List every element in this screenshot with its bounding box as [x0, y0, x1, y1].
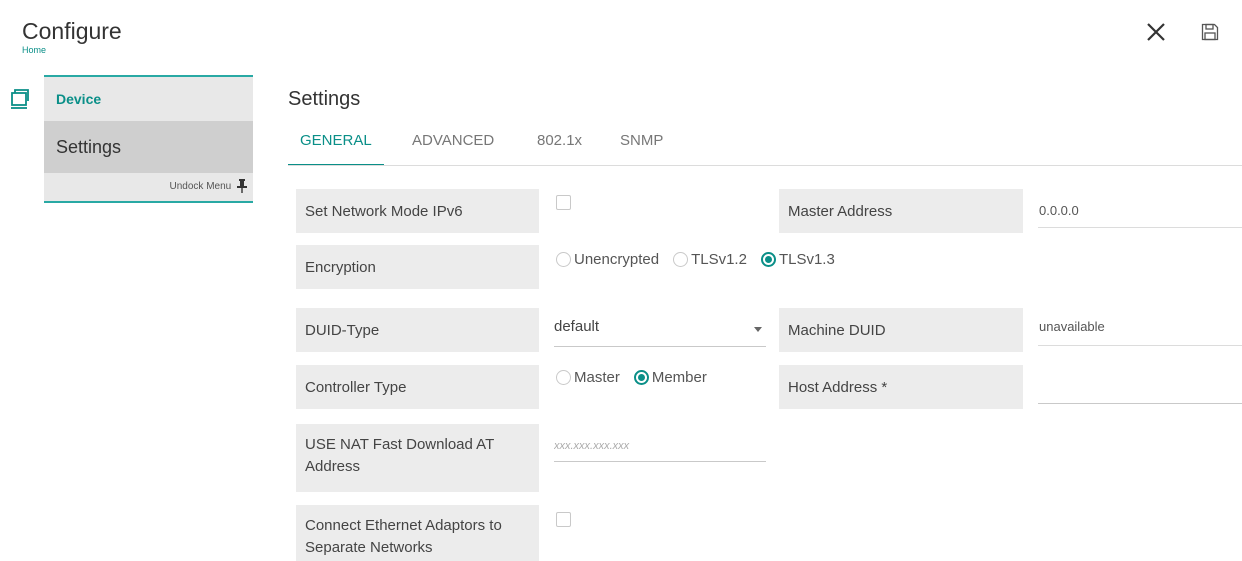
- device-icon: [11, 89, 29, 109]
- undock-menu-label: Undock Menu: [169, 181, 232, 192]
- save-icon: [1201, 23, 1219, 41]
- radio-member-dot: [633, 370, 649, 385]
- radio-member[interactable]: Member: [633, 369, 707, 386]
- ethernet-label: Connect Ethernet Adaptors to Separate Ne…: [296, 505, 539, 561]
- sidebar-item-device[interactable]: Device: [44, 77, 253, 121]
- encryption-radio-group: Unencrypted TLSv1.2 TLSv1.3: [556, 251, 849, 268]
- controller-type-label: Controller Type: [296, 365, 539, 409]
- host-address-label: Host Address *: [779, 365, 1023, 409]
- duid-type-value: default: [554, 318, 600, 335]
- save-button[interactable]: [1192, 14, 1228, 50]
- radio-tlsv12[interactable]: TLSv1.2: [673, 251, 747, 268]
- radio-unencrypted-dot: [556, 252, 571, 267]
- host-address-input[interactable]: [1038, 370, 1242, 404]
- master-address-value[interactable]: 0.0.0.0: [1039, 203, 1079, 218]
- machine-duid-value: unavailable: [1039, 319, 1105, 334]
- ethernet-checkbox[interactable]: [556, 512, 571, 527]
- ipv6-checkbox[interactable]: [556, 195, 571, 210]
- top-bar: Configure Home: [0, 0, 1242, 60]
- radio-tlsv13[interactable]: TLSv1.3: [760, 251, 835, 268]
- radio-master[interactable]: Master: [556, 369, 620, 386]
- app-title: Configure: [22, 18, 122, 44]
- machine-duid-underline: [1038, 345, 1242, 346]
- master-address-label: Master Address: [779, 189, 1023, 233]
- radio-tlsv13-dot: [760, 252, 776, 267]
- tab-snmp[interactable]: SNMP: [620, 132, 663, 166]
- encryption-label: Encryption: [296, 245, 539, 289]
- undock-menu-button[interactable]: Undock Menu: [44, 173, 253, 203]
- tab-advanced[interactable]: ADVANCED: [412, 132, 494, 166]
- ipv6-label: Set Network Mode IPv6: [296, 189, 539, 233]
- machine-duid-label: Machine DUID: [779, 308, 1023, 352]
- tab-general[interactable]: GENERAL: [288, 132, 384, 166]
- breadcrumb-home[interactable]: Home: [22, 45, 46, 55]
- tab-8021x[interactable]: 802.1x: [537, 132, 582, 166]
- master-address-underline: [1038, 227, 1242, 228]
- radio-unencrypted[interactable]: Unencrypted: [556, 251, 659, 268]
- close-button[interactable]: [1138, 14, 1174, 50]
- pin-icon: [237, 179, 247, 194]
- page-title: Settings: [288, 88, 361, 110]
- controller-type-radio-group: Master Member: [556, 369, 721, 386]
- close-icon: [1147, 23, 1165, 41]
- chevron-down-icon: [754, 327, 762, 332]
- duid-type-label: DUID-Type: [296, 308, 539, 352]
- radio-tlsv12-dot: [673, 252, 689, 267]
- nat-address-input[interactable]: [554, 428, 766, 462]
- sidebar-item-settings[interactable]: Settings: [44, 121, 253, 173]
- radio-master-dot: [556, 370, 571, 385]
- tab-divider: [288, 165, 1242, 166]
- nat-label: USE NAT Fast Download AT Address: [296, 424, 539, 492]
- duid-type-select[interactable]: default: [554, 309, 766, 347]
